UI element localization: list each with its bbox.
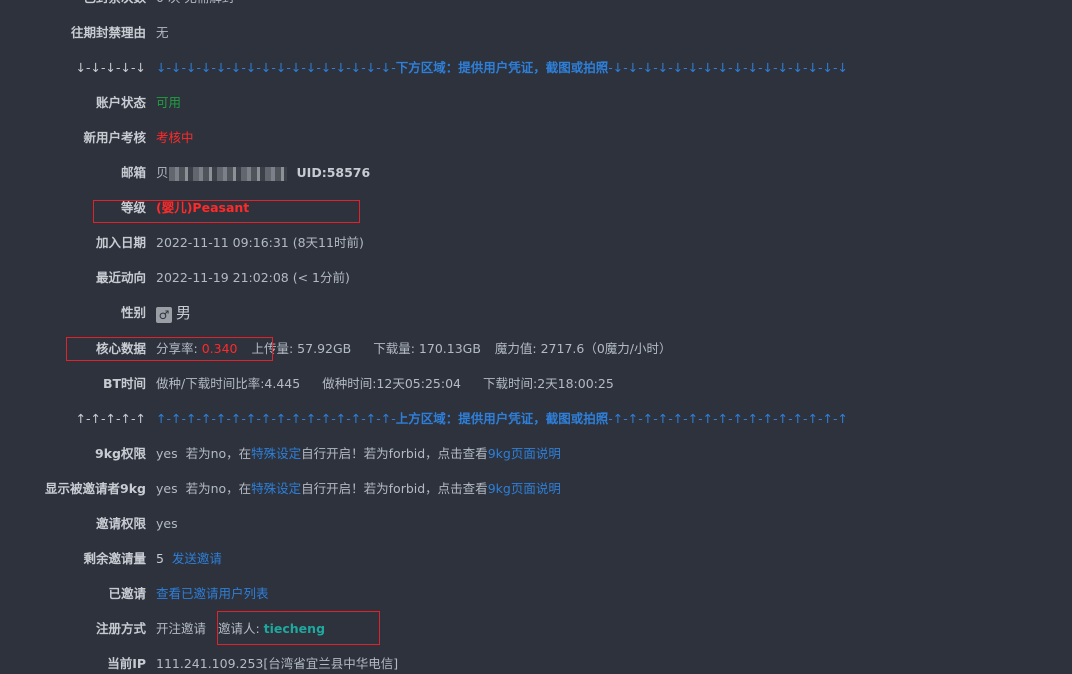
- join-date-label: 加入日期: [95, 235, 146, 250]
- email-label: 邮箱: [120, 165, 146, 180]
- inviter-highlight-box: [217, 611, 380, 645]
- show-inviter-9kg-row: 显示被邀请者9kg yes 若为no，在特殊设定自行开启！若为forbid，点击…: [0, 479, 1072, 499]
- register-row: 注册方式 开注邀请 邀请人: tiecheng: [0, 619, 1072, 639]
- current-ip-label: 当前IP: [107, 656, 146, 671]
- seed-time: 做种时间:12天05:25:04: [322, 376, 461, 391]
- bt-ratio: 做种/下载时间比率:4.445: [156, 376, 301, 391]
- current-ip-value: 111.241.109.253[台湾省宜兰县中华电信]: [156, 656, 399, 671]
- gender-row: 性别 ♂ 男: [0, 303, 1072, 323]
- invite-perm-row: 邀请权限 yes: [0, 514, 1072, 534]
- new-user-review-label: 新用户考核: [83, 130, 146, 145]
- show-inviter-text1: 若为no，在: [185, 481, 252, 496]
- invited-label: 已邀请: [108, 586, 146, 601]
- invite-perm-label: 邀请权限: [95, 516, 146, 531]
- ban-count-row: 已封禁次数 0 次 无需解封: [0, 0, 1072, 8]
- last-action-label: 最近动向: [95, 270, 146, 285]
- perm-9kg-value: yes: [156, 446, 178, 461]
- show-inviter-text2: 自行开启！若为forbid，点击查看: [301, 481, 488, 496]
- gender-value-wrap: ♂ 男: [156, 303, 191, 324]
- upper-area-arrows-label: ↑-↑-↑-↑-↑: [75, 411, 146, 426]
- male-icon: ♂: [156, 306, 172, 323]
- special-settings-link-2[interactable]: 特殊设定: [251, 481, 301, 496]
- email-row: 邮箱 贝 UID:58576: [0, 163, 1072, 183]
- bt-time-value: 做种/下载时间比率:4.445 做种时间:12天05:25:04 下载时间:2天18…: [156, 374, 614, 394]
- upper-area-banner: ↑-↑-↑-↑-↑-↑-↑-↑-↑-↑-↑-↑-↑-↑-↑-↑-上方区域：提供用…: [156, 409, 848, 429]
- lower-dashes-left: ↓-↓-↓-↓-↓-↓-↓-↓-↓-↓-↓-↓-↓-↓-↓-↓-: [156, 60, 396, 75]
- special-settings-link[interactable]: 特殊设定: [251, 446, 301, 461]
- core-data-highlight-box: [66, 337, 273, 361]
- invites-left-row: 剩余邀请量 5 发送邀请: [0, 549, 1072, 569]
- download-value: 下载量: 170.13GB: [373, 341, 481, 356]
- current-ip-row: 当前IP 111.241.109.253[台湾省宜兰县中华电信]: [0, 654, 1072, 674]
- register-label: 注册方式: [95, 621, 146, 636]
- bt-time-label: BT时间: [102, 376, 146, 391]
- email-prefix: 贝: [156, 165, 169, 180]
- register-value: 开注邀请: [156, 621, 207, 636]
- email-blurred: [168, 166, 287, 181]
- upper-area-text: 上方区域：提供用户凭证，截图或拍照: [395, 411, 609, 426]
- level-highlight-box: [93, 200, 360, 223]
- show-inviter-9kg-value-wrap: yes 若为no，在特殊设定自行开启！若为forbid，点击查看9kg页面说明: [156, 479, 561, 499]
- bt-time-row: BT时间 做种/下载时间比率:4.445 做种时间:12天05:25:04 下载时间…: [0, 374, 1072, 394]
- join-date-row: 加入日期 2022-11-11 09:16:31 (8天11时前): [0, 233, 1072, 253]
- lower-area-text: 下方区域：提供用户凭证，截图或拍照: [395, 60, 609, 75]
- invited-list-link[interactable]: 查看已邀请用户列表: [156, 584, 269, 604]
- download-time: 下载时间:2天18:00:25: [482, 376, 614, 391]
- join-date-value: 2022-11-11 09:16:31 (8天11时前): [156, 235, 364, 250]
- account-status-label: 账户状态: [95, 95, 146, 110]
- show-inviter-9kg-label: 显示被邀请者9kg: [45, 481, 146, 496]
- gender-value: 男: [176, 304, 192, 322]
- upper-dashes-left: ↑-↑-↑-↑-↑-↑-↑-↑-↑-↑-↑-↑-↑-↑-↑-↑-: [156, 411, 396, 426]
- send-invite-link[interactable]: 发送邀请: [172, 551, 222, 566]
- lower-dashes-right: -↓-↓-↓-↓-↓-↓-↓-↓-↓-↓-↓-↓-↓-↓-↓-↓: [608, 60, 849, 75]
- ban-reason-row: 往期封禁理由 无: [0, 23, 1072, 43]
- magic-value: 魔力值: 2717.6（0魔力/小时）: [494, 341, 672, 356]
- email-value: 贝 UID:58576: [156, 163, 370, 183]
- ban-reason-label: 往期封禁理由: [70, 25, 146, 40]
- invites-left-wrap: 5 发送邀请: [156, 549, 222, 569]
- gender-label: 性别: [120, 305, 146, 320]
- ban-reason-value: 无: [156, 25, 169, 40]
- show-inviter-9kg-value: yes: [156, 481, 178, 496]
- perm-9kg-value-wrap: yes 若为no，在特殊设定自行开启！若为forbid，点击查看9kg页面说明: [156, 444, 561, 464]
- lower-area-arrows-label: ↓-↓-↓-↓-↓: [75, 60, 146, 75]
- account-status-value: 可用: [156, 95, 182, 110]
- perm-9kg-row: 9kg权限 yes 若为no，在特殊设定自行开启！若为forbid，点击查看9k…: [0, 444, 1072, 464]
- invites-left-value: 5: [156, 551, 164, 566]
- perm-9kg-text2: 自行开启！若为forbid，点击查看: [301, 446, 488, 461]
- lower-area-divider: ↓-↓-↓-↓-↓ ↓-↓-↓-↓-↓-↓-↓-↓-↓-↓-↓-↓-↓-↓-↓-…: [0, 58, 1072, 78]
- 9kg-help-link-2[interactable]: 9kg页面说明: [488, 481, 561, 496]
- ban-count-value: 0 次 无需解封: [156, 0, 234, 8]
- invites-left-label: 剩余邀请量: [83, 551, 146, 566]
- lower-area-banner: ↓-↓-↓-↓-↓-↓-↓-↓-↓-↓-↓-↓-↓-↓-↓-↓-下方区域：提供用…: [156, 58, 848, 78]
- uid-value: UID:58576: [296, 165, 371, 180]
- upper-dashes-right: -↑-↑-↑-↑-↑-↑-↑-↑-↑-↑-↑-↑-↑-↑-↑-↑: [608, 411, 849, 426]
- last-action-value: 2022-11-19 21:02:08 (< 1分前): [156, 270, 350, 285]
- 9kg-help-link[interactable]: 9kg页面说明: [488, 446, 561, 461]
- upper-area-divider: ↑-↑-↑-↑-↑ ↑-↑-↑-↑-↑-↑-↑-↑-↑-↑-↑-↑-↑-↑-↑-…: [0, 409, 1072, 429]
- invite-perm-value: yes: [156, 516, 178, 531]
- ban-count-label: 已封禁次数: [83, 0, 146, 8]
- last-action-row: 最近动向 2022-11-19 21:02:08 (< 1分前): [0, 268, 1072, 288]
- perm-9kg-label: 9kg权限: [95, 446, 146, 461]
- new-user-review-value: 考核中: [156, 130, 194, 145]
- perm-9kg-text1: 若为no，在: [185, 446, 252, 461]
- new-user-review-row: 新用户考核 考核中: [0, 128, 1072, 148]
- invited-row: 已邀请 查看已邀请用户列表: [0, 584, 1072, 604]
- account-status-row: 账户状态 可用: [0, 93, 1072, 113]
